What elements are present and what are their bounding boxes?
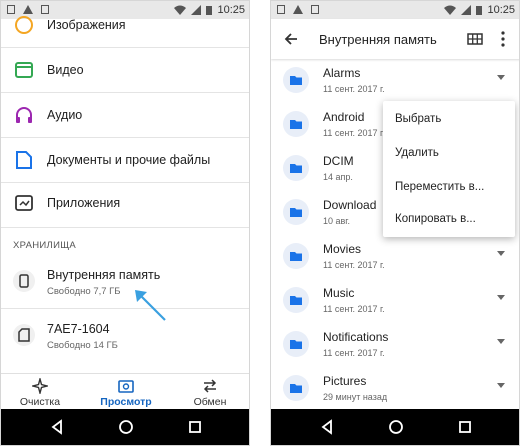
folder-row[interactable]: Notifications 11 сент. 2017 г. bbox=[271, 323, 519, 367]
storage-internal[interactable]: Внутренняя память Свободно 7,7 ГБ bbox=[1, 256, 249, 308]
back-triangle-icon bbox=[321, 419, 332, 435]
play-store-icon bbox=[293, 5, 303, 14]
wifi-icon bbox=[444, 5, 457, 15]
storage-section-label: ХРАНИЛИЩА bbox=[13, 240, 77, 251]
recents-square-icon bbox=[459, 421, 471, 433]
right-screen: 10:25 Внутренняя память Alarms 11 сент. … bbox=[270, 0, 520, 446]
category-documents[interactable]: Документы и прочие файлы bbox=[1, 138, 249, 182]
back-triangle-icon bbox=[51, 419, 62, 435]
home-circle-icon bbox=[389, 420, 403, 434]
back-nav-button[interactable] bbox=[37, 409, 77, 445]
home-nav-button[interactable] bbox=[376, 409, 416, 445]
sd-card-icon bbox=[13, 324, 35, 346]
clock: 10:25 bbox=[487, 4, 515, 16]
battery-icon bbox=[476, 6, 483, 15]
folder-icon bbox=[283, 111, 309, 137]
image-icon bbox=[13, 14, 35, 36]
notification-icon bbox=[311, 5, 319, 14]
browse-icon bbox=[118, 380, 134, 393]
category-audio[interactable]: Аудио bbox=[1, 93, 249, 137]
chevron-down-icon[interactable] bbox=[497, 383, 505, 388]
grid-view-icon[interactable] bbox=[467, 31, 483, 47]
menu-item-move[interactable]: Переместить в... bbox=[395, 181, 484, 193]
video-icon bbox=[13, 59, 35, 81]
folder-icon bbox=[283, 199, 309, 225]
category-images[interactable]: Изображения bbox=[1, 3, 249, 47]
folder-row[interactable]: Alarms 11 сент. 2017 г. bbox=[271, 59, 519, 103]
sparkle-icon bbox=[32, 378, 48, 394]
category-video[interactable]: Видео bbox=[1, 48, 249, 92]
folder-icon bbox=[283, 331, 309, 357]
notification-icon bbox=[277, 5, 285, 14]
home-nav-button[interactable] bbox=[106, 409, 146, 445]
system-nav-bar bbox=[271, 409, 519, 445]
storage-sd-card[interactable]: 7AE7-1604 Свободно 14 ГБ bbox=[1, 310, 249, 362]
folder-row[interactable]: Music 11 сент. 2017 г. bbox=[271, 279, 519, 323]
menu-item-copy[interactable]: Копировать в... bbox=[395, 213, 476, 225]
back-arrow-icon[interactable] bbox=[283, 31, 299, 47]
system-nav-bar bbox=[1, 409, 249, 445]
phone-icon bbox=[13, 270, 35, 292]
folder-icon bbox=[283, 375, 309, 401]
tab-clean[interactable]: Очистка bbox=[5, 378, 75, 410]
chevron-down-icon[interactable] bbox=[497, 339, 505, 344]
status-bar: 10:25 bbox=[271, 1, 519, 19]
tab-browse[interactable]: Просмотр bbox=[91, 378, 161, 410]
annotation-arrow bbox=[135, 290, 166, 321]
swap-icon bbox=[203, 379, 217, 393]
recents-square-icon bbox=[189, 421, 201, 433]
folder-row[interactable]: Pictures 29 минут назад bbox=[271, 367, 519, 411]
more-options-icon[interactable] bbox=[499, 30, 507, 48]
context-menu: Выбрать Удалить Переместить в... Копиров… bbox=[383, 101, 515, 237]
page-title: Внутренняя память bbox=[319, 32, 437, 47]
chevron-down-icon[interactable] bbox=[497, 75, 505, 80]
home-circle-icon bbox=[119, 420, 133, 434]
menu-item-select[interactable]: Выбрать bbox=[395, 113, 441, 125]
chevron-down-icon[interactable] bbox=[497, 251, 505, 256]
menu-item-delete[interactable]: Удалить bbox=[395, 147, 439, 159]
folder-icon bbox=[283, 243, 309, 269]
folder-icon bbox=[283, 155, 309, 181]
left-screen: 10:25 Изображения Видео Аудио Документы … bbox=[0, 0, 250, 446]
app-icon bbox=[13, 192, 35, 214]
document-icon bbox=[13, 149, 35, 171]
category-apps[interactable]: Приложения bbox=[1, 181, 249, 225]
folder-icon bbox=[283, 67, 309, 93]
chevron-down-icon[interactable] bbox=[497, 295, 505, 300]
folder-row[interactable]: Movies 11 сент. 2017 г. bbox=[271, 235, 519, 279]
tab-share[interactable]: Обмен bbox=[175, 378, 245, 410]
headphones-icon bbox=[13, 104, 35, 126]
recents-nav-button[interactable] bbox=[445, 409, 485, 445]
back-nav-button[interactable] bbox=[307, 409, 347, 445]
folder-icon bbox=[283, 287, 309, 313]
app-bar: Внутренняя память bbox=[271, 19, 519, 59]
signal-icon bbox=[461, 5, 472, 15]
bottom-tabs: Очистка Просмотр Обмен bbox=[1, 373, 249, 411]
recents-nav-button[interactable] bbox=[175, 409, 215, 445]
